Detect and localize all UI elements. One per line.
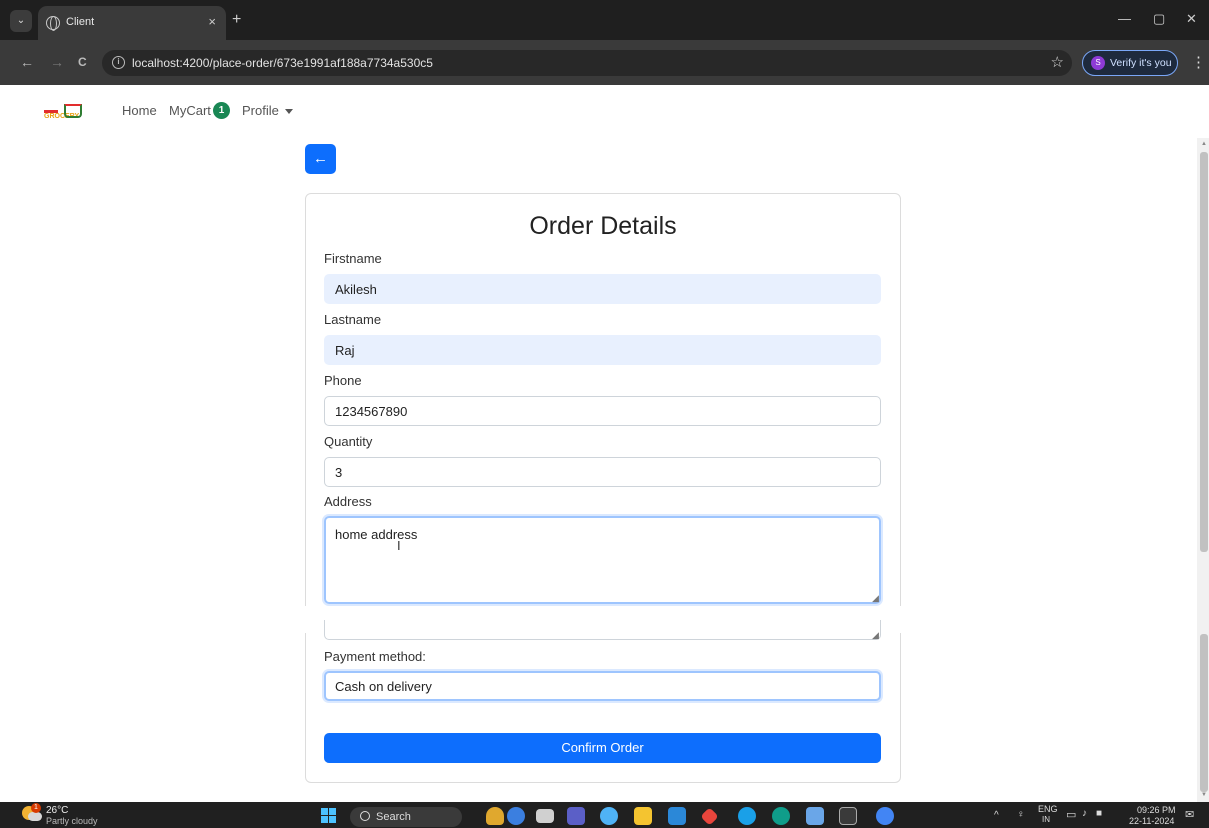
region-indicator: IN bbox=[1042, 815, 1050, 824]
profile-avatar: S bbox=[1091, 56, 1105, 70]
tab-title: Client bbox=[66, 16, 95, 28]
back-button[interactable]: ← bbox=[305, 144, 336, 174]
verify-label: Verify it's you bbox=[1110, 57, 1172, 69]
scroll-down-icon[interactable]: ▼ bbox=[1201, 792, 1207, 798]
address-textarea[interactable]: home address bbox=[324, 516, 881, 604]
minimize-button[interactable]: — bbox=[1118, 11, 1131, 26]
notifications-icon[interactable]: ✉ bbox=[1185, 808, 1194, 821]
teams-icon[interactable] bbox=[567, 807, 585, 825]
restore-button[interactable]: ▢ bbox=[1153, 11, 1165, 27]
scrollbar-thumb[interactable] bbox=[1200, 152, 1208, 552]
quantity-input[interactable]: 3 bbox=[324, 457, 881, 487]
weather-description: Partly cloudy bbox=[46, 816, 98, 826]
firstname-input[interactable]: Akilesh bbox=[324, 274, 881, 304]
site-info-icon[interactable]: i bbox=[112, 56, 125, 69]
nav-profile-dropdown[interactable]: Profile bbox=[242, 103, 279, 118]
weather-alert-badge: 1 bbox=[31, 803, 41, 813]
confirm-order-button[interactable]: Confirm Order bbox=[324, 733, 881, 763]
task-view-icon[interactable] bbox=[536, 809, 554, 823]
lastname-label: Lastname bbox=[324, 312, 382, 327]
scroll-up-icon[interactable]: ▲ bbox=[1201, 141, 1207, 147]
chevron-down-icon bbox=[285, 109, 293, 114]
clock-date[interactable]: 22-11-2024 bbox=[1129, 816, 1174, 826]
file-explorer-icon[interactable] bbox=[634, 807, 652, 825]
address-label: Address bbox=[324, 494, 372, 509]
widgets-app-icon[interactable] bbox=[486, 807, 504, 825]
search-icon bbox=[360, 811, 370, 821]
microphone-icon[interactable]: ♀ bbox=[1017, 809, 1025, 820]
address-bar[interactable]: i localhost:4200/place-order/673e1991af1… bbox=[102, 50, 1072, 76]
tab-close-icon[interactable]: × bbox=[208, 14, 216, 29]
battery-icon[interactable]: ■ bbox=[1096, 808, 1102, 819]
cart-count-badge: 1 bbox=[213, 102, 230, 119]
verify-profile-button[interactable]: S Verify it's you bbox=[1082, 50, 1178, 76]
app-logo[interactable]: GROCERY bbox=[44, 104, 84, 122]
quantity-label: Quantity bbox=[324, 434, 373, 449]
taskbar-search[interactable]: Search bbox=[350, 807, 462, 827]
payment-label: Payment method: bbox=[324, 649, 426, 664]
lastname-input[interactable]: Raj bbox=[324, 335, 881, 365]
close-window-button[interactable]: ✕ bbox=[1186, 11, 1197, 27]
microsoft-store-icon[interactable] bbox=[668, 807, 686, 825]
payment-method-input[interactable]: Cash on delivery bbox=[324, 671, 881, 701]
logo-cart-icon bbox=[64, 104, 82, 118]
browser-menu-icon[interactable]: ⋮ bbox=[1191, 53, 1206, 71]
terminal-icon[interactable] bbox=[839, 807, 857, 825]
new-tab-button[interactable]: + bbox=[232, 11, 241, 29]
firstname-label: Firstname bbox=[324, 251, 382, 266]
edge-dev-icon[interactable] bbox=[738, 807, 756, 825]
reload-icon[interactable]: C bbox=[78, 55, 87, 69]
scrollbar-thumb[interactable] bbox=[1200, 634, 1208, 792]
phone-label: Phone bbox=[324, 373, 362, 388]
url-text: localhost:4200/place-order/673e1991af188… bbox=[132, 56, 433, 70]
language-indicator[interactable]: ENG bbox=[1038, 804, 1058, 814]
address-textarea-tail bbox=[324, 620, 881, 640]
taskbar-search-label: Search bbox=[376, 811, 411, 823]
back-nav-icon[interactable]: ← bbox=[20, 54, 34, 70]
tab-search-button[interactable]: ⌄ bbox=[10, 10, 32, 32]
chrome-icon[interactable] bbox=[876, 807, 894, 825]
snipping-tool-icon[interactable] bbox=[806, 807, 824, 825]
tray-overflow-icon[interactable]: ^ bbox=[994, 810, 999, 821]
nav-home-link[interactable]: Home bbox=[122, 103, 157, 118]
text-cursor-icon: I bbox=[397, 538, 401, 553]
bookmark-star-icon[interactable]: ☆ bbox=[1051, 53, 1064, 71]
copilot-icon[interactable] bbox=[600, 807, 618, 825]
people-app-icon[interactable] bbox=[507, 807, 525, 825]
phone-input[interactable]: 1234567890 bbox=[324, 396, 881, 426]
resize-grip-icon: ◢ bbox=[872, 630, 879, 640]
windows-start-icon[interactable] bbox=[321, 808, 337, 824]
resize-grip-icon[interactable]: ◢ bbox=[872, 593, 879, 604]
weather-temperature: 26°C bbox=[46, 805, 69, 816]
page-title: Order Details bbox=[529, 212, 677, 240]
edge-icon[interactable] bbox=[772, 807, 790, 825]
weather-cloud-icon bbox=[28, 812, 42, 821]
forward-nav-icon[interactable]: → bbox=[50, 54, 64, 70]
globe-icon bbox=[46, 16, 60, 31]
network-icon[interactable]: ▭ bbox=[1066, 808, 1076, 821]
volume-icon[interactable]: ♪ bbox=[1082, 808, 1087, 819]
nav-mycart-link[interactable]: MyCart bbox=[169, 103, 211, 118]
browser-tab[interactable]: Client × bbox=[38, 6, 226, 40]
clock-time[interactable]: 09:26 PM bbox=[1137, 805, 1176, 815]
